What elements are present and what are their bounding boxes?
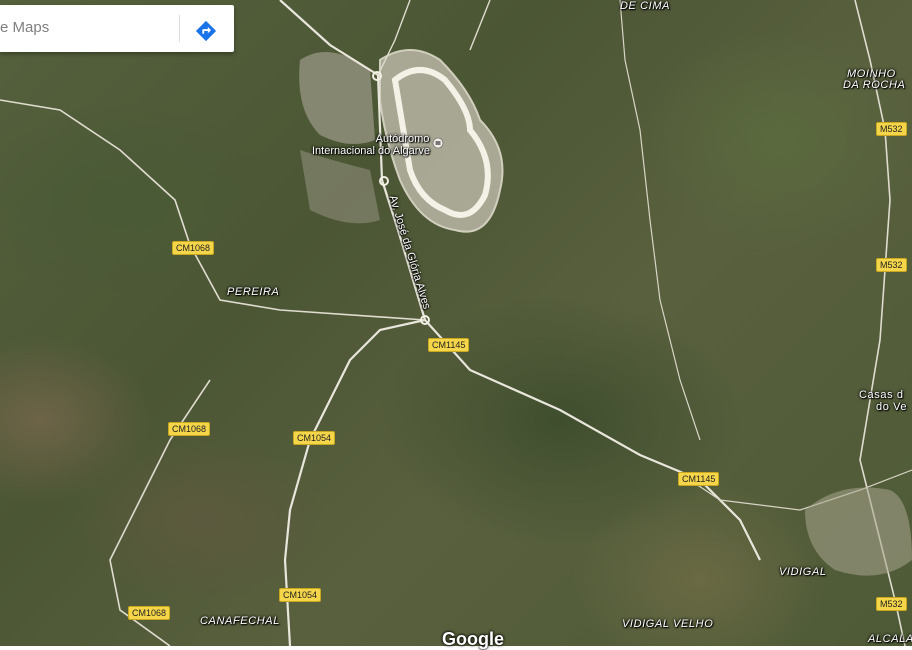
place-vidigal: VIDIGAL	[779, 566, 827, 578]
place-pereira: PEREIRA	[227, 286, 280, 298]
map-overlay	[0, 0, 912, 646]
place-moinho-line2: DA ROCHA	[843, 79, 906, 91]
poi-stadium-icon[interactable]	[432, 137, 444, 151]
road-badge-cm1054: CM1054	[293, 431, 336, 445]
road-badge-cm1054: CM1054	[279, 588, 322, 602]
poi-name-line1: Autódromo	[375, 133, 430, 145]
search-box[interactable]: e Maps	[0, 5, 234, 52]
settlement-vidigal	[805, 487, 912, 576]
search-text[interactable]: e Maps	[0, 19, 49, 36]
search-divider	[179, 15, 180, 42]
place-alcala: ALCALA	[868, 633, 912, 645]
place-canafechal: CANAFECHAL	[200, 615, 280, 627]
road-badge-cm1068: CM1068	[128, 606, 171, 620]
place-vidigal-velho: VIDIGAL VELHO	[622, 618, 714, 630]
road-badge-m532: M532	[876, 597, 907, 611]
parking-area	[300, 150, 380, 224]
place-casas-line1: Casas d	[859, 389, 904, 401]
road-badge-cm1068: CM1068	[172, 241, 215, 255]
road-badge-cm1145: CM1145	[428, 338, 470, 352]
road-east	[619, 0, 701, 441]
road-badge-m532: M532	[876, 258, 907, 272]
poi-name-line2: Internacional do Algarve	[312, 145, 431, 157]
road-badge-m532: M532	[876, 122, 907, 136]
poi-autodromo[interactable]: Autódromo Internacional do Algarve	[312, 133, 430, 157]
place-de-cima: DE CIMA	[620, 0, 671, 12]
road-badge-cm1068: CM1068	[168, 422, 211, 436]
road-badge-cm1145: CM1145	[678, 472, 720, 486]
directions-icon[interactable]	[195, 20, 217, 42]
satellite-map[interactable]	[0, 0, 912, 646]
google-logo: Google	[442, 629, 504, 649]
place-casas-line2: do Ve	[876, 401, 908, 413]
